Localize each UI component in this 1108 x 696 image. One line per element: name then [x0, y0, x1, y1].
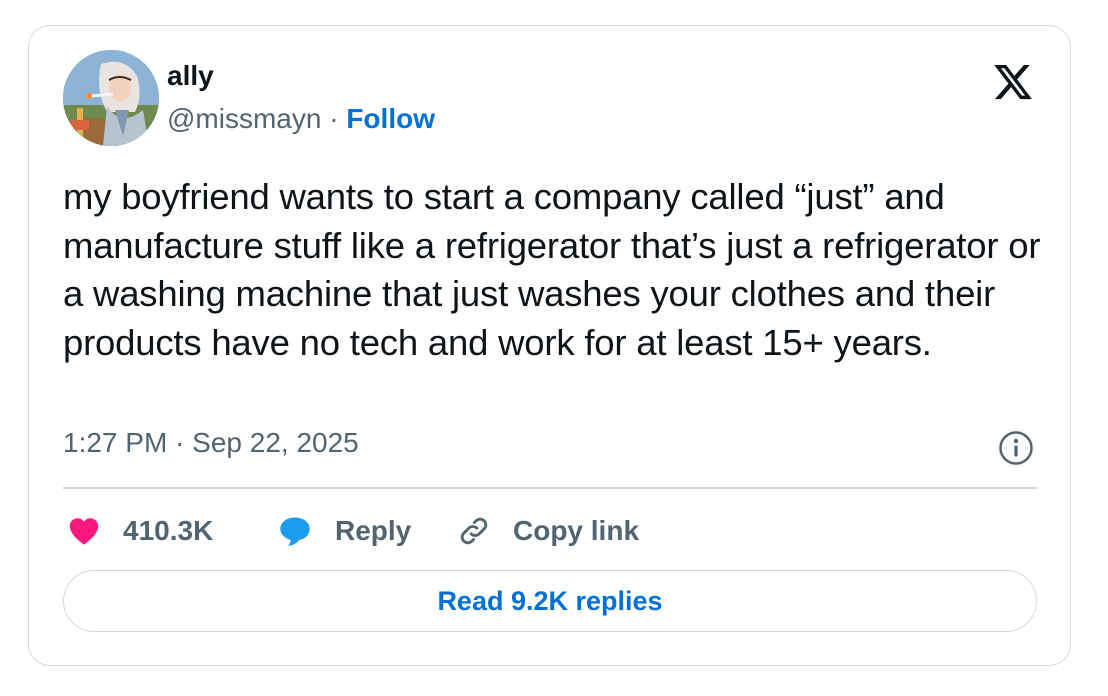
tweet-card: ally @missmayn · Follow my boyfriend wan…: [28, 25, 1071, 666]
x-logo-icon[interactable]: [991, 61, 1035, 103]
divider: [63, 487, 1037, 489]
read-replies-button[interactable]: Read 9.2K replies: [63, 570, 1037, 632]
copy-link-label: Copy link: [513, 515, 640, 546]
link-icon: [460, 517, 488, 545]
speech-bubble-icon: [280, 517, 310, 546]
handle-row: @missmayn · Follow: [167, 103, 435, 135]
avatar[interactable]: [63, 50, 159, 146]
avatar-image: [63, 50, 159, 146]
like-count: 410.3K: [123, 515, 214, 546]
separator-dot: ·: [329, 103, 339, 134]
tweet-text: my boyfriend wants to start a company ca…: [63, 176, 1041, 363]
reply-button[interactable]: Reply: [277, 511, 411, 551]
copy-link-button[interactable]: Copy link: [457, 511, 639, 551]
user-handle[interactable]: @missmayn: [167, 103, 321, 134]
tweet-timestamp[interactable]: 1:27 PM · Sep 22, 2025: [63, 427, 359, 459]
reply-label: Reply: [335, 515, 412, 546]
like-button[interactable]: 410.3K: [67, 511, 213, 551]
display-name[interactable]: ally: [167, 60, 214, 92]
info-icon[interactable]: [998, 430, 1034, 466]
heart-icon: [69, 518, 99, 545]
follow-button[interactable]: Follow: [346, 103, 435, 134]
